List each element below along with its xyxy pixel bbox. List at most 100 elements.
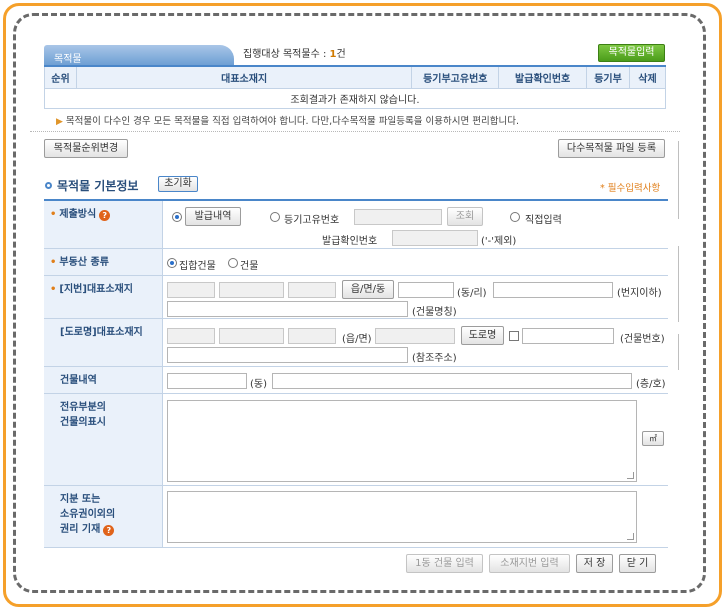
lot-sido-input[interactable] [167, 282, 215, 298]
row-property-type: • 부동산 종류 집합건물 건물 [44, 249, 668, 276]
lot-gu-input[interactable] [288, 282, 336, 298]
lot-number-input[interactable] [493, 282, 613, 298]
eup-myeon-dong-button[interactable]: 읍/면/동 [342, 280, 394, 299]
help-icon[interactable]: ? [99, 210, 111, 221]
save-button[interactable]: 저 장 [576, 554, 613, 573]
scrollbar-track [678, 141, 679, 219]
registry-no-input[interactable] [354, 209, 442, 225]
label-lot-address: • [지번]대표소재지 [44, 276, 163, 318]
label-line: 지분 또는 [60, 494, 101, 505]
direct-input-label: 직접입력 [525, 215, 562, 226]
required-star: • [50, 209, 57, 220]
table-row: 조회결과가 존재하지 않습니다. [44, 87, 666, 109]
label-line: 소유권이외의 [60, 509, 116, 520]
multi-file-register-button[interactable]: 다수목적물 파일 등록 [558, 139, 665, 158]
add-object-button[interactable]: 목적물입력 [598, 44, 665, 62]
circle-bullet-icon [45, 182, 52, 189]
floor-ho-label: (층/호) [636, 379, 666, 390]
dong-ri-input[interactable] [398, 282, 454, 298]
other-rights-textarea[interactable] [167, 491, 637, 543]
building-no-label: (건물번호) [620, 334, 665, 345]
table-header-row: 순위 대표소재지 등기부고유번호 발급확인번호 등기부 삭제 [44, 65, 666, 89]
label-line: 전유부분의 [60, 402, 106, 413]
label-text: 제출방식 [59, 209, 97, 220]
radio-direct-input[interactable] [510, 212, 520, 222]
label-building-detail: 건물내역 [44, 367, 163, 393]
label-text: [지번]대표소재지 [59, 284, 133, 295]
col-registry: 등기부 [586, 65, 631, 89]
row-submit-method: • 제출방식? 발급내역 등기고유번호 조회 직접입력 발급확인번호 ('-'제외… [44, 201, 668, 249]
close-button[interactable]: 닫 기 [619, 554, 656, 573]
row-exclusive-part: 전유부분의 건물의표시 ㎡ [44, 394, 668, 486]
ref-address-input[interactable] [167, 347, 408, 363]
issue-detail-button[interactable]: 발급내역 [185, 207, 241, 226]
ref-address-label: (참조주소) [412, 353, 457, 364]
object-form: • 제출방식? 발급내역 등기고유번호 조회 직접입력 발급확인번호 ('-'제외… [44, 199, 668, 548]
building-label: 건물 [240, 261, 259, 272]
building-dong-input[interactable] [167, 373, 247, 389]
scrollbar-track [678, 334, 679, 370]
road-name-button[interactable]: 도로명 [461, 326, 504, 345]
required-star: • [50, 257, 57, 268]
issue-no-input[interactable] [392, 230, 478, 246]
row-lot-address: • [지번]대표소재지 읍/면/동 (동/리) (번지이하) (건물명칭) [44, 276, 668, 319]
help-icon[interactable]: ? [103, 525, 115, 536]
dong-ri-label: (동/리) [457, 288, 487, 299]
scrollbar-track [678, 246, 679, 322]
lot-below-label: (번지이하) [617, 288, 662, 299]
count-unit: 건 [336, 49, 346, 60]
road-name-input[interactable] [375, 328, 455, 344]
eup-myeon-label: (읍/면) [342, 334, 372, 345]
road-gu-input[interactable] [288, 328, 336, 344]
underground-checkbox[interactable] [509, 331, 519, 341]
object-table: 순위 대표소재지 등기부고유번호 발급확인번호 등기부 삭제 조회결과가 존재하… [44, 65, 666, 109]
registry-no-label: 등기고유번호 [284, 215, 340, 226]
label-line: 권리 기재? [60, 522, 162, 537]
issue-no-label: 발급확인번호 [322, 236, 378, 247]
lookup-button[interactable]: 조회 [447, 207, 483, 226]
radio-aggregate-building[interactable] [167, 258, 177, 268]
col-issue-no: 발급확인번호 [498, 65, 588, 89]
radio-registry-no[interactable] [270, 212, 280, 222]
required-star: • [50, 284, 57, 295]
label-line-text: 권리 기재 [60, 524, 101, 535]
radio-issue-detail[interactable] [172, 212, 182, 222]
reset-button[interactable]: 초기화 [158, 176, 198, 192]
empty-message: 조회결과가 존재하지 않습니다. [44, 87, 666, 109]
help-note-text: 목적물이 다수인 경우 모든 목적물을 직접 입력하여야 합니다. 다만,다수목… [65, 116, 519, 127]
row-other-rights: 지분 또는 소유권이외의 권리 기재? [44, 486, 668, 548]
road-sido-input[interactable] [167, 328, 215, 344]
lot-sigungu-input[interactable] [219, 282, 284, 298]
label-exclusive-part: 전유부분의 건물의표시 [44, 394, 163, 485]
help-note: ▶ 목적물이 다수인 경우 모든 목적물을 직접 입력하여야 합니다. 다만,다수… [56, 113, 519, 127]
reorder-button[interactable]: 목적물순위변경 [44, 139, 128, 158]
col-registry-no: 등기부고유번호 [411, 65, 500, 89]
building-name-label: (건물명칭) [412, 307, 457, 318]
label-road-address: [도로명]대표소재지 [44, 319, 163, 366]
radio-building[interactable] [228, 258, 238, 268]
sqm-button[interactable]: ㎡ [642, 431, 664, 446]
section-title: 목적물 기본정보 [45, 177, 138, 194]
count-label: 집행대상 목적물수 : [243, 49, 327, 60]
section-title-text: 목적물 기본정보 [57, 179, 139, 193]
building-name-input[interactable] [167, 301, 408, 317]
issue-no-hint: ('-'제외) [481, 236, 517, 247]
exclusive-part-textarea[interactable] [167, 400, 637, 482]
building-no-input[interactable] [522, 328, 614, 344]
tab-target-object[interactable]: 목적물 [44, 45, 234, 65]
single-building-input-button[interactable]: 1동 건물 입력 [406, 554, 483, 573]
floor-ho-input[interactable] [272, 373, 632, 389]
label-property-type: • 부동산 종류 [44, 249, 163, 275]
required-note: * 필수입력사항 [600, 183, 661, 194]
road-sigungu-input[interactable] [219, 328, 284, 344]
aggregate-building-label: 집합건물 [179, 261, 216, 272]
col-address: 대표소재지 [75, 65, 413, 89]
label-other-rights: 지분 또는 소유권이외의 권리 기재? [44, 486, 163, 547]
target-count: 집행대상 목적물수 : 1건 [243, 45, 346, 60]
lot-address-input-button[interactable]: 소재지번 입력 [489, 554, 570, 573]
dong-label: (동) [250, 379, 268, 390]
tab-label: 목적물 [54, 54, 82, 65]
col-rank: 순위 [44, 65, 77, 89]
arrow-icon: ▶ [56, 117, 63, 127]
divider [30, 131, 680, 132]
